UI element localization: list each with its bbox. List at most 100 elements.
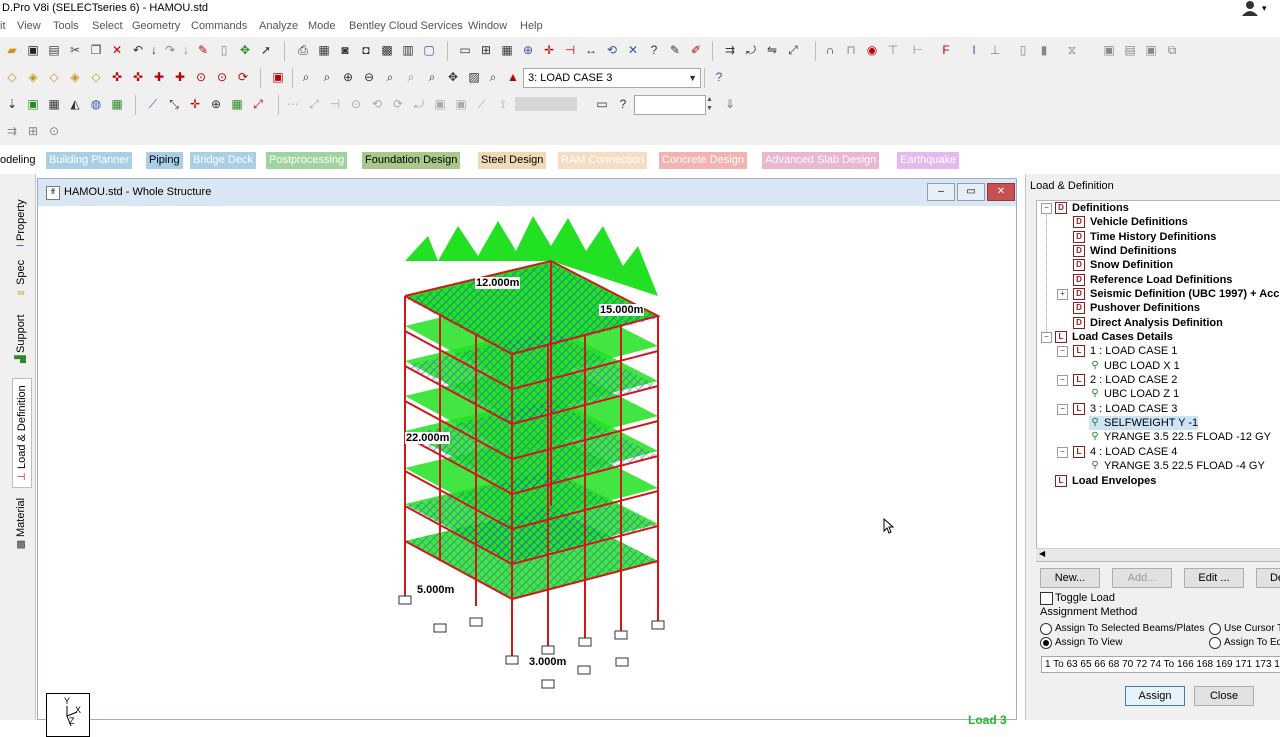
collapse-icon[interactable]: − [1057,404,1068,415]
disabled-2-icon[interactable]: ⤢ [306,96,322,112]
tree-horizontal-scrollbar[interactable]: ◀ [1036,548,1280,561]
zoom-in-icon[interactable]: ⊕ [340,69,356,85]
select-icon[interactable]: ⇣ [4,96,20,112]
add-button[interactable]: Add... [1112,568,1172,588]
table-icon[interactable]: ▦ [109,96,125,112]
member-list-field[interactable]: 1 To 63 65 66 68 70 72 74 To 166 168 169… [1041,656,1280,673]
stretch-icon[interactable]: ⤢ [785,42,801,58]
menu-window[interactable]: Window [468,20,507,32]
geometry-cursor-icon[interactable]: ⊕ [208,96,224,112]
disabled-4-icon[interactable]: ⊙ [348,96,364,112]
edit-button[interactable]: Edit ... [1184,568,1244,588]
menu-tools[interactable]: Tools [53,20,79,32]
delete-button[interactable]: De [1256,568,1280,588]
tab-steel-design[interactable]: Steel Design [478,152,547,169]
menu-edit[interactable]: it [0,20,6,32]
undo-arrow-icon[interactable]: ↓ [146,42,162,58]
tree-snow-definition[interactable]: D Snow Definition [1073,258,1173,272]
tree-load-envelopes[interactable]: L Load Envelopes [1055,474,1156,488]
disabled-10-icon[interactable]: ⟋ [474,96,490,112]
side-tab-support[interactable]: ▟ Support [12,312,30,366]
cut-icon[interactable]: ✂ [67,42,83,58]
zoom-window-icon[interactable]: ⌕ [298,69,314,85]
restore-icon[interactable]: ⧉ [1164,42,1180,58]
assign-edit-radio[interactable] [1209,637,1221,649]
tab-advanced-slab-design[interactable]: Advanced Slab Design [762,152,880,169]
rotate-icon[interactable]: ⟲ [604,42,620,58]
report-icon[interactable]: ▦ [316,42,332,58]
print-icon[interactable]: ▤ [46,42,62,58]
help-icon[interactable]: ? [711,69,727,85]
beam-label-icon[interactable]: ⊣ [562,42,578,58]
surface-icon[interactable]: ◭ [67,96,83,112]
fix-icon[interactable]: ⊢ [910,42,926,58]
assign-selected-radio[interactable] [1040,623,1052,635]
nodes-cursor-icon[interactable]: ✛ [187,96,203,112]
globe-icon[interactable]: ◍ [88,96,104,112]
rotate-y-neg-icon[interactable]: ✚ [172,69,188,85]
pencil-icon[interactable]: ✐ [688,42,704,58]
side-tab-spec[interactable]: ∞ Spec [12,258,30,300]
load-view-icon[interactable]: ▤ [1122,42,1138,58]
spin-icon[interactable]: ⟳ [235,69,251,85]
mesh-icon[interactable]: ▦ [46,96,62,112]
collapse-icon[interactable]: − [1041,332,1052,343]
assign-view-radio[interactable] [1040,637,1052,649]
tree-reference-load[interactable]: D Reference Load Definitions [1073,273,1232,287]
menu-view[interactable]: View [17,20,41,32]
misc-1-icon[interactable]: ⇉ [4,123,20,139]
tree-load-cases[interactable]: L Load Cases Details [1055,330,1173,344]
tree-direct-analysis[interactable]: D Direct Analysis Definition [1073,316,1223,330]
value-spinner[interactable]: ▲ ▼ [706,95,717,113]
tree-wind-definitions[interactable]: D Wind Definitions [1073,244,1177,258]
tree-load-item[interactable]: ⚲ YRANGE 3.5 22.5 FLOAD -12 GY [1089,430,1271,444]
disabled-1-icon[interactable]: ⋯ [285,96,301,112]
rotate-z-icon[interactable]: ⊙ [193,69,209,85]
plates-cursor-icon[interactable]: ▦ [229,96,245,112]
tab-bridge-deck[interactable]: Bridge Deck [190,152,256,169]
member-force-icon[interactable]: F [938,42,954,58]
minimize-button[interactable]: – [927,183,955,201]
load-tree[interactable]: − D Definitions D Vehicle Definitions D Tim… [1036,200,1280,562]
cube-icon[interactable]: ▣ [25,96,41,112]
node-icon[interactable]: ⊕ [520,42,536,58]
tab-concrete-design[interactable]: Concrete Design [659,152,747,169]
tree-vehicle-definitions[interactable]: D Vehicle Definitions [1073,215,1188,229]
view-iso-icon[interactable]: ◇ [4,69,20,85]
assign-button[interactable]: Assign [1125,686,1185,706]
rotate-view-icon[interactable]: ⤾ [743,42,759,58]
pan-icon[interactable]: ✥ [445,69,461,85]
magnify-icon[interactable]: ⌕ [485,69,501,85]
history-icon[interactable]: ▣ [1143,42,1159,58]
side-tab-property[interactable]: I Property [12,188,30,258]
plate-icon[interactable]: ⟋ [145,96,161,112]
disabled-9-icon[interactable]: ▣ [453,96,469,112]
rotate-y-icon[interactable]: ✚ [151,69,167,85]
tree-load-case-3[interactable]: L 3 : LOAD CASE 3 [1073,402,1177,416]
value-field[interactable] [634,95,706,115]
snapshot-icon[interactable]: ◘ [358,42,374,58]
disabled-8-icon[interactable]: ▣ [432,96,448,112]
tree-load-item-selected[interactable]: ⚲ SELFWEIGHT Y -1 [1089,416,1199,430]
disabled-5-icon[interactable]: ⟲ [369,96,385,112]
view-back-icon[interactable]: ◇ [46,69,62,85]
load-case-select[interactable]: 3: LOAD CASE 3 ▼ [523,68,701,88]
view-front-icon[interactable]: ◈ [25,69,41,85]
view-left-icon[interactable]: ◈ [67,69,83,85]
tree-load-case-4[interactable]: L 4 : LOAD CASE 4 [1073,445,1177,459]
grid-icon[interactable]: ▦ [499,42,515,58]
misc-3-icon[interactable]: ⊙ [46,123,62,139]
release-icon[interactable]: ⊥ [987,42,1003,58]
zoom-out-icon[interactable]: ⊖ [361,69,377,85]
disabled-6-icon[interactable]: ⟳ [390,96,406,112]
expand-icon[interactable]: + [1057,289,1068,300]
apply-icon[interactable]: ⇓ [722,96,738,112]
menu-geometry[interactable]: Geometry [132,20,180,32]
tab-foundation-design[interactable]: Foundation Design [362,152,461,169]
save-view-icon[interactable]: ▣ [1101,42,1117,58]
redo-icon[interactable]: ↷ [162,42,178,58]
tree-load-item[interactable]: ⚲ UBC LOAD Z 1 [1089,387,1179,401]
page-icon[interactable]: ▭ [457,42,473,58]
section-icon[interactable]: I [966,42,982,58]
zoom-previous-icon[interactable]: ⌕ [382,69,398,85]
